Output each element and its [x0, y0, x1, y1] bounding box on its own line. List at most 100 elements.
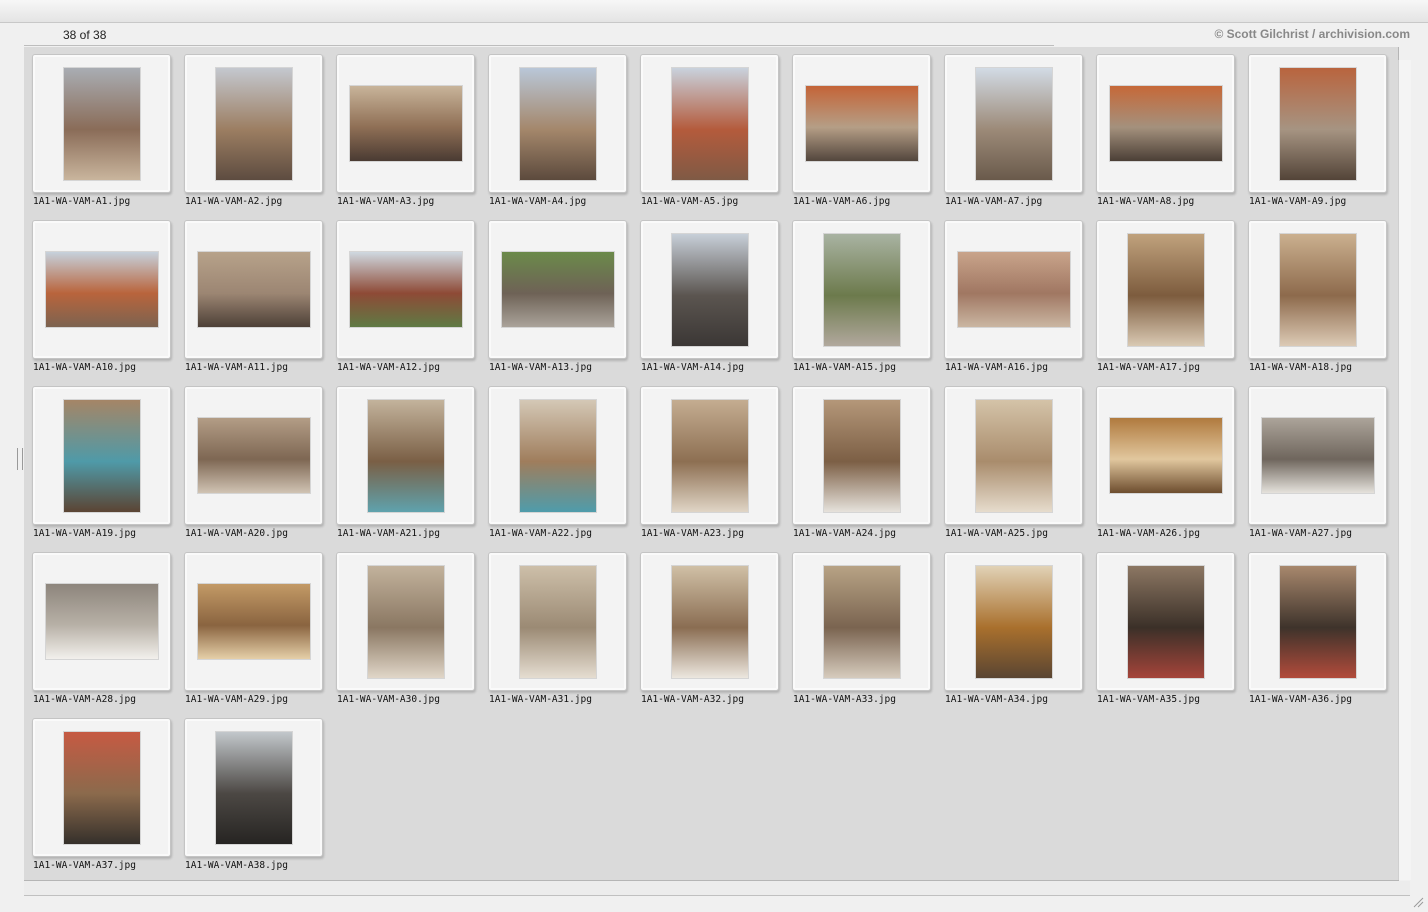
thumbnail-item[interactable]: 1A1-WA-VAM-A27.jpg	[1248, 386, 1388, 539]
thumbnail-image[interactable]	[215, 67, 292, 180]
thumbnail-image[interactable]	[1279, 67, 1356, 180]
panel-resize-handle[interactable]	[17, 448, 23, 470]
thumbnail-image[interactable]	[1109, 418, 1222, 493]
thumbnail-image[interactable]	[367, 565, 444, 678]
thumbnail-image[interactable]	[975, 565, 1052, 678]
thumbnail-image[interactable]	[823, 565, 900, 678]
thumbnail-item[interactable]: 1A1-WA-VAM-A37.jpg	[32, 718, 172, 871]
vertical-scrollbar[interactable]	[1398, 60, 1411, 880]
thumbnail-item[interactable]: 1A1-WA-VAM-A32.jpg	[640, 552, 780, 705]
slide-frame[interactable]	[1096, 386, 1235, 525]
thumbnail-item[interactable]: 1A1-WA-VAM-A12.jpg	[336, 220, 476, 373]
thumbnail-item[interactable]: 1A1-WA-VAM-A35.jpg	[1096, 552, 1236, 705]
thumbnail-item[interactable]: 1A1-WA-VAM-A17.jpg	[1096, 220, 1236, 373]
thumbnail-image[interactable]	[215, 731, 292, 844]
thumbnail-item[interactable]: 1A1-WA-VAM-A33.jpg	[792, 552, 932, 705]
thumbnail-image[interactable]	[805, 86, 918, 161]
thumbnail-item[interactable]: 1A1-WA-VAM-A18.jpg	[1248, 220, 1388, 373]
resize-grip-icon[interactable]	[1412, 896, 1424, 908]
slide-frame[interactable]	[336, 552, 475, 691]
thumbnail-image[interactable]	[1279, 233, 1356, 346]
slide-frame[interactable]	[1096, 220, 1235, 359]
thumbnail-image[interactable]	[1127, 233, 1204, 346]
slide-frame[interactable]	[184, 552, 323, 691]
slide-frame[interactable]	[792, 552, 931, 691]
slide-frame[interactable]	[488, 220, 627, 359]
thumbnail-item[interactable]: 1A1-WA-VAM-A13.jpg	[488, 220, 628, 373]
slide-frame[interactable]	[792, 54, 931, 193]
slide-frame[interactable]	[792, 386, 931, 525]
slide-frame[interactable]	[184, 718, 323, 857]
slide-frame[interactable]	[944, 386, 1083, 525]
thumbnail-item[interactable]: 1A1-WA-VAM-A36.jpg	[1248, 552, 1388, 705]
thumbnail-image[interactable]	[671, 399, 748, 512]
thumbnail-item[interactable]: 1A1-WA-VAM-A11.jpg	[184, 220, 324, 373]
thumbnail-image[interactable]	[1109, 86, 1222, 161]
thumbnail-image[interactable]	[975, 399, 1052, 512]
slide-frame[interactable]	[336, 54, 475, 193]
thumbnail-item[interactable]: 1A1-WA-VAM-A5.jpg	[640, 54, 780, 207]
slide-frame[interactable]	[32, 552, 171, 691]
thumbnail-item[interactable]: 1A1-WA-VAM-A23.jpg	[640, 386, 780, 539]
thumbnail-item[interactable]: 1A1-WA-VAM-A10.jpg	[32, 220, 172, 373]
thumbnail-image[interactable]	[45, 584, 158, 659]
slide-frame[interactable]	[944, 552, 1083, 691]
thumbnail-item[interactable]: 1A1-WA-VAM-A31.jpg	[488, 552, 628, 705]
slide-frame[interactable]	[32, 386, 171, 525]
thumbnail-image[interactable]	[1127, 565, 1204, 678]
thumbnail-item[interactable]: 1A1-WA-VAM-A2.jpg	[184, 54, 324, 207]
thumbnail-item[interactable]: 1A1-WA-VAM-A16.jpg	[944, 220, 1084, 373]
slide-frame[interactable]	[792, 220, 931, 359]
slide-frame[interactable]	[184, 220, 323, 359]
slide-frame[interactable]	[1096, 54, 1235, 193]
thumbnail-image[interactable]	[1261, 418, 1374, 493]
slide-frame[interactable]	[1248, 552, 1387, 691]
thumbnail-image[interactable]	[367, 399, 444, 512]
thumbnail-item[interactable]: 1A1-WA-VAM-A7.jpg	[944, 54, 1084, 207]
thumbnail-image[interactable]	[349, 86, 462, 161]
slide-frame[interactable]	[184, 54, 323, 193]
thumbnail-item[interactable]: 1A1-WA-VAM-A19.jpg	[32, 386, 172, 539]
thumbnail-item[interactable]: 1A1-WA-VAM-A30.jpg	[336, 552, 476, 705]
thumbnail-image[interactable]	[63, 399, 140, 512]
thumbnail-item[interactable]: 1A1-WA-VAM-A6.jpg	[792, 54, 932, 207]
slide-frame[interactable]	[640, 386, 779, 525]
slide-frame[interactable]	[944, 220, 1083, 359]
thumbnail-image[interactable]	[45, 252, 158, 327]
slide-frame[interactable]	[640, 220, 779, 359]
thumbnail-image[interactable]	[975, 67, 1052, 180]
thumbnail-image[interactable]	[1279, 565, 1356, 678]
thumbnail-item[interactable]: 1A1-WA-VAM-A29.jpg	[184, 552, 324, 705]
slide-frame[interactable]	[488, 386, 627, 525]
thumbnail-image[interactable]	[671, 565, 748, 678]
thumbnail-item[interactable]: 1A1-WA-VAM-A3.jpg	[336, 54, 476, 207]
slide-frame[interactable]	[488, 552, 627, 691]
thumbnail-image[interactable]	[349, 252, 462, 327]
slide-frame[interactable]	[1248, 386, 1387, 525]
thumbnail-item[interactable]: 1A1-WA-VAM-A24.jpg	[792, 386, 932, 539]
thumbnail-image[interactable]	[197, 252, 310, 327]
slide-frame[interactable]	[1248, 54, 1387, 193]
slide-frame[interactable]	[944, 54, 1083, 193]
thumbnail-image[interactable]	[671, 233, 748, 346]
thumbnail-item[interactable]: 1A1-WA-VAM-A8.jpg	[1096, 54, 1236, 207]
slide-frame[interactable]	[184, 386, 323, 525]
thumbnail-item[interactable]: 1A1-WA-VAM-A15.jpg	[792, 220, 932, 373]
slide-frame[interactable]	[336, 220, 475, 359]
thumbnail-image[interactable]	[197, 584, 310, 659]
thumbnail-item[interactable]: 1A1-WA-VAM-A1.jpg	[32, 54, 172, 207]
thumbnail-item[interactable]: 1A1-WA-VAM-A25.jpg	[944, 386, 1084, 539]
slide-frame[interactable]	[336, 386, 475, 525]
thumbnail-image[interactable]	[957, 252, 1070, 327]
thumbnail-item[interactable]: 1A1-WA-VAM-A26.jpg	[1096, 386, 1236, 539]
thumbnail-image[interactable]	[823, 233, 900, 346]
slide-frame[interactable]	[32, 220, 171, 359]
thumbnail-image[interactable]	[671, 67, 748, 180]
thumbnail-item[interactable]: 1A1-WA-VAM-A14.jpg	[640, 220, 780, 373]
slide-frame[interactable]	[1096, 552, 1235, 691]
thumbnail-item[interactable]: 1A1-WA-VAM-A20.jpg	[184, 386, 324, 539]
slide-frame[interactable]	[640, 552, 779, 691]
slide-frame[interactable]	[32, 54, 171, 193]
thumbnail-image[interactable]	[519, 565, 596, 678]
thumbnail-item[interactable]: 1A1-WA-VAM-A22.jpg	[488, 386, 628, 539]
